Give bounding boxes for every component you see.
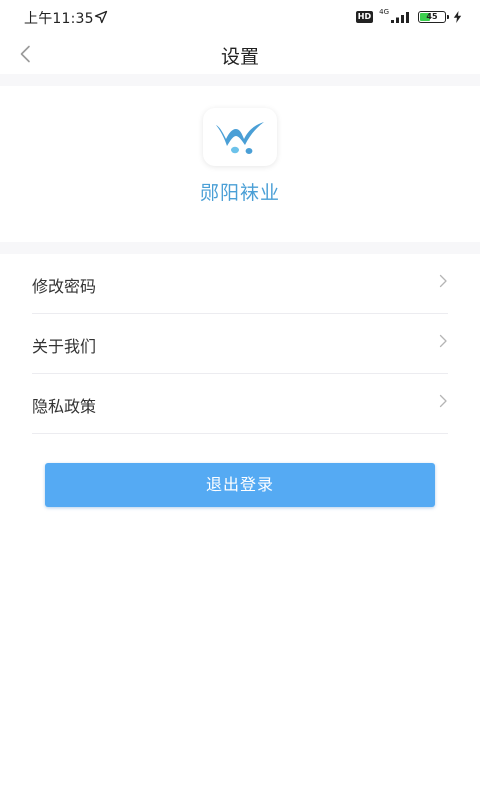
menu-item-privacy-policy[interactable]: 隐私政策 [32, 374, 448, 434]
menu-item-label: 隐私政策 [32, 397, 97, 416]
menu-item-change-password[interactable]: 修改密码 [32, 254, 448, 314]
hd-badge: HD [355, 11, 374, 23]
section-divider [0, 242, 480, 254]
charging-bolt-icon [453, 11, 462, 23]
battery-level: 45 [426, 12, 438, 21]
status-bar: 上午11:35 HD 4G 45 [0, 0, 480, 34]
menu-item-label: 修改密码 [32, 277, 97, 296]
page-title: 设置 [220, 46, 259, 68]
network-type: 4G [379, 8, 389, 16]
brand-header: 郧阳袜业 [0, 86, 480, 242]
settings-menu: 修改密码 关于我们 隐私政策 [0, 254, 480, 434]
brand-name: 郧阳袜业 [199, 182, 280, 204]
chevron-right-icon [439, 394, 447, 408]
battery-icon: 45 [418, 11, 449, 23]
status-indicators: HD 4G 45 [355, 8, 462, 25]
logout-button[interactable]: 退出登录 [45, 463, 435, 507]
section-divider [0, 74, 480, 86]
chevron-right-icon [439, 334, 447, 348]
location-arrow-icon [94, 10, 108, 24]
app-logo [203, 108, 277, 166]
status-time: 上午11:35 [24, 11, 94, 27]
brand-logo-icon [216, 122, 264, 154]
navigation-bar: 设置 [0, 34, 480, 74]
signal-icon [391, 12, 409, 23]
menu-item-about-us[interactable]: 关于我们 [32, 314, 448, 374]
chevron-right-icon [439, 274, 447, 288]
menu-item-label: 关于我们 [32, 337, 97, 356]
